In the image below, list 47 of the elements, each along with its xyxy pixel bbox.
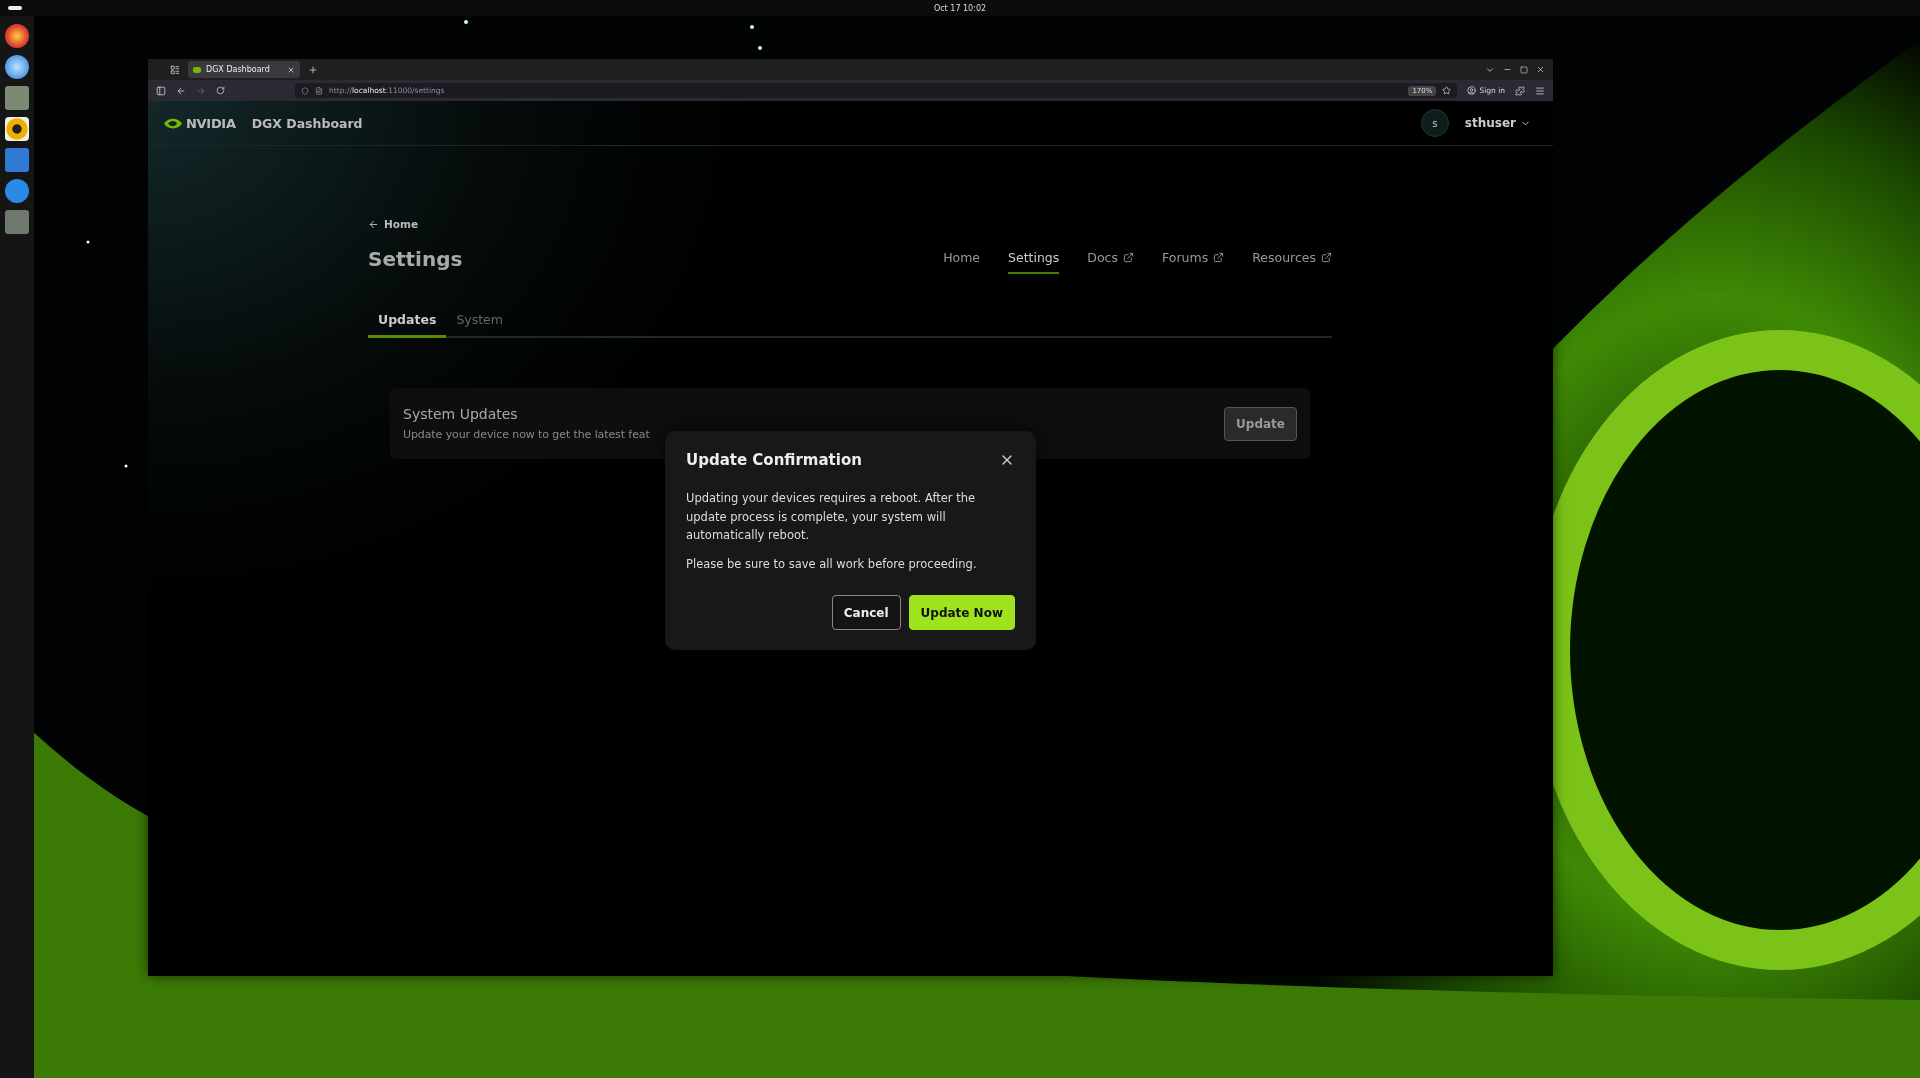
tab-list-icon (170, 64, 180, 75)
shield-icon[interactable] (301, 86, 309, 95)
nav-link[interactable]: Settings (1008, 244, 1060, 274)
card-description: Update your device now to get the latest feat (403, 428, 651, 441)
external-link-icon (1321, 252, 1332, 263)
dialog-title: Update Confirmation (686, 451, 862, 469)
new-tab-icon (308, 64, 318, 75)
forward-icon (196, 85, 206, 96)
nav-link[interactable]: Home (943, 244, 981, 274)
tab[interactable]: System (446, 308, 513, 338)
dialog-text: Please be sure to save all work before proceeding. (686, 555, 978, 573)
eye-logo-icon (163, 116, 183, 130)
user-avatar[interactable]: s (1420, 109, 1449, 137)
user-menu-button[interactable]: sthuser (1464, 116, 1531, 130)
product-name: DGX Dashboard (251, 115, 363, 131)
account-icon (1467, 86, 1477, 95)
maximize-icon (1520, 65, 1528, 74)
clock: Oct 17 10:02 (933, 3, 987, 13)
tab-favicon-icon (193, 66, 201, 73)
reload-icon (216, 86, 225, 95)
browser-tab[interactable]: DGX Dashboard (188, 61, 300, 78)
back-icon (176, 85, 186, 96)
external-link-icon (1213, 252, 1225, 263)
close-tab-icon[interactable] (287, 65, 295, 74)
nav-link[interactable]: Resources (1252, 244, 1332, 274)
sidebar-icon (156, 85, 166, 96)
cancel-button[interactable]: Cancel (831, 595, 901, 630)
speaker-app-icon[interactable] (5, 117, 29, 141)
external-link-icon (1123, 252, 1134, 263)
tab-title: DGX Dashboard (206, 65, 270, 74)
nav-link[interactable]: Docs (1087, 244, 1134, 274)
brand-logo: NVIDIA (186, 115, 236, 131)
update-button[interactable]: Update (1224, 406, 1297, 441)
tab[interactable]: Updates (368, 308, 447, 338)
confirm-button[interactable]: Update Now (908, 595, 1015, 630)
activities-indicator[interactable] (8, 6, 22, 10)
page-icon[interactable] (315, 86, 323, 95)
arrow-left-icon (368, 218, 379, 230)
page-title: Settings (368, 247, 464, 271)
nav-link[interactable]: Forums (1162, 244, 1225, 274)
extensions-icon (1515, 85, 1525, 96)
dialog-text: Updating your devices requires a reboot. After the update process is complete, your system will automatically reboot. (686, 490, 977, 544)
bookmark-star-icon[interactable] (1442, 86, 1452, 95)
close-icon (1536, 65, 1545, 74)
card-title: System Updates (403, 406, 519, 422)
back-link[interactable]: Home (368, 218, 419, 230)
menu-icon (1535, 85, 1545, 96)
